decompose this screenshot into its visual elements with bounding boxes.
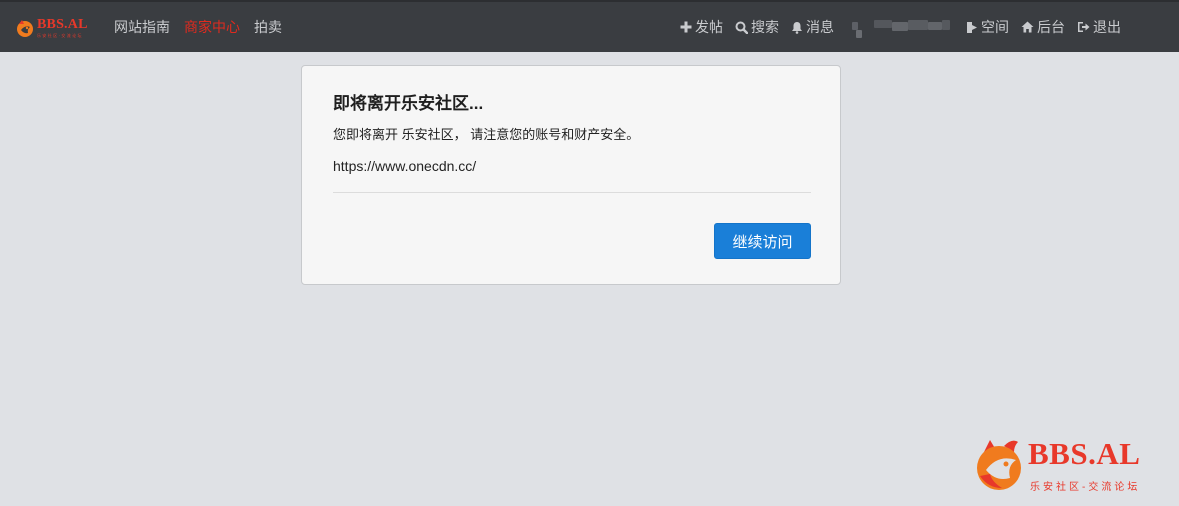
leave-site-dialog: 即将离开乐安社区... 您即将离开 乐安社区， 请注意您的账号和财产安全。 ht… xyxy=(301,65,841,285)
dialog-target-url: https://www.onecdn.cc/ xyxy=(333,158,477,174)
nav-admin-label: 后台 xyxy=(1037,19,1065,35)
nav-post-button[interactable]: 发帖 xyxy=(680,17,723,37)
nav-post-label: 发帖 xyxy=(695,19,723,35)
dialog-divider xyxy=(333,192,811,193)
logout-icon xyxy=(1078,22,1090,32)
fox-logo-icon xyxy=(17,20,33,37)
nav-link-auction[interactable]: 拍卖 xyxy=(254,17,282,37)
fox-logo-icon xyxy=(977,440,1021,490)
nav-messages-button[interactable]: 消息 xyxy=(791,17,834,37)
search-icon xyxy=(735,21,748,34)
nav-space-button[interactable]: 空间 xyxy=(966,17,1009,37)
nav-search-label: 搜索 xyxy=(751,19,779,35)
nav-admin-button[interactable]: 后台 xyxy=(1021,17,1065,37)
dialog-title: 即将离开乐安社区... xyxy=(333,94,484,113)
nav-link-guide[interactable]: 网站指南 xyxy=(114,17,170,37)
site-logo[interactable]: BBS.AL 乐安社区·交流论坛 xyxy=(15,15,88,41)
share-icon xyxy=(967,21,977,33)
site-watermark: BBS.AL 乐安社区-交流论坛 xyxy=(974,434,1164,494)
plus-icon xyxy=(680,21,692,33)
top-navbar: BBS.AL 乐安社区·交流论坛 网站指南 商家中心 拍卖 发帖 搜索 消息 空… xyxy=(0,0,1179,52)
dialog-message: 您即将离开 乐安社区， 请注意您的账号和财产安全。 xyxy=(333,127,640,142)
nav-right-items: 发帖 搜索 消息 空间 后台 退出 xyxy=(668,2,1121,52)
brand-tagline: 乐安社区·交流论坛 xyxy=(37,33,83,38)
nav-logout-button[interactable]: 退出 xyxy=(1077,17,1121,37)
nav-left-links: 网站指南 商家中心 拍卖 xyxy=(114,2,296,52)
nav-space-label: 空间 xyxy=(981,19,1009,35)
nav-link-merchant-center[interactable]: 商家中心 xyxy=(184,17,240,37)
bell-icon xyxy=(792,21,802,34)
watermark-tagline: 乐安社区-交流论坛 xyxy=(1030,482,1141,493)
username-blurred[interactable] xyxy=(852,16,952,38)
watermark-name: BBS.AL xyxy=(1028,436,1141,471)
nav-search-button[interactable]: 搜索 xyxy=(735,17,779,37)
nav-logout-label: 退出 xyxy=(1093,19,1121,35)
continue-button[interactable]: 继续访问 xyxy=(714,223,811,259)
brand-name: BBS.AL xyxy=(37,17,88,32)
nav-messages-label: 消息 xyxy=(806,19,834,35)
home-icon xyxy=(1021,21,1034,33)
